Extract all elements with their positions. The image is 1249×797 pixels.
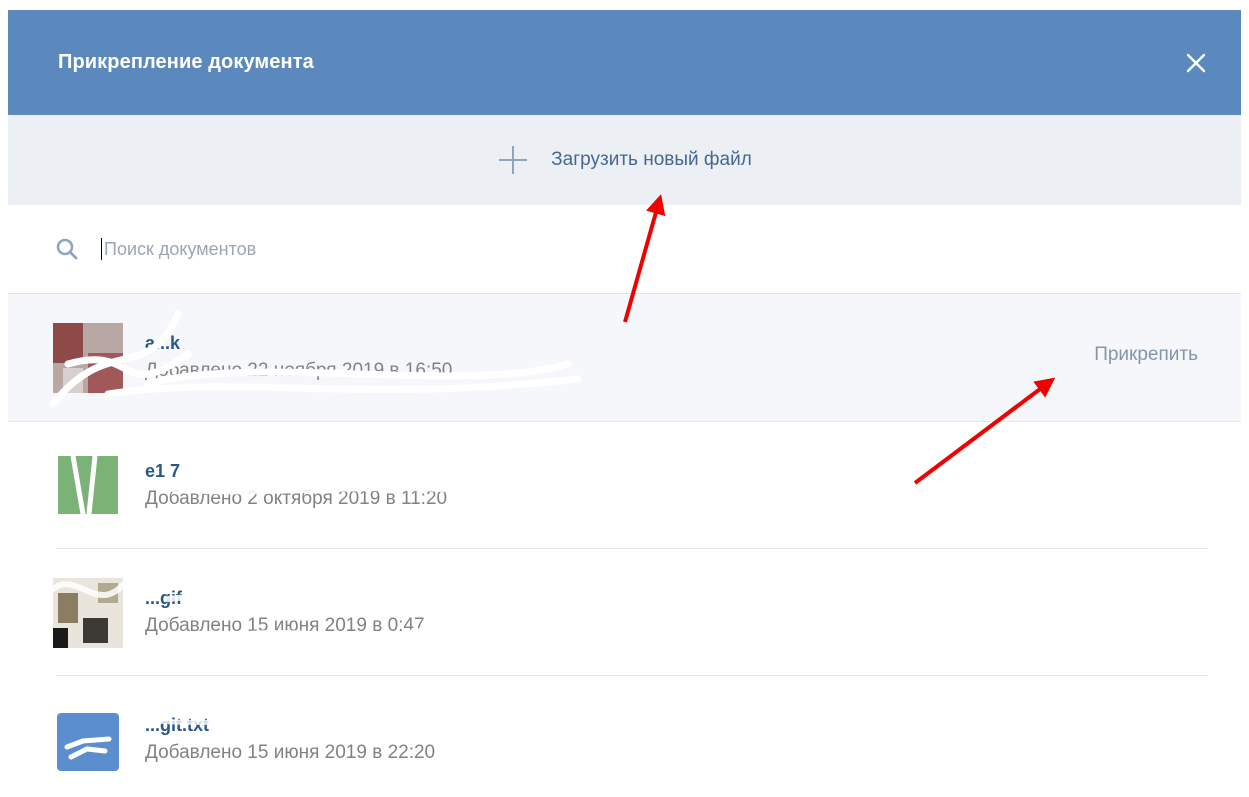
modal-header: Прикрепление документа [8, 10, 1241, 115]
text-caret [101, 238, 102, 260]
document-info: e1 7 Добавлено 2 октября 2019 в 11:20 [145, 461, 447, 510]
attach-button[interactable]: Прикрепить [1094, 344, 1198, 366]
document-info: ...git.txt Добавлено 15 июня 2019 в 22:2… [145, 715, 435, 764]
plus-icon [499, 146, 528, 174]
document-row[interactable]: a...k Добавлено 22 ноября 2019 в 16:50 П… [8, 294, 1241, 422]
document-date: Добавлено 15 июня 2019 в 22:20 [145, 742, 436, 763]
upload-label: Загрузить новый файл [551, 149, 752, 170]
document-thumbnail [53, 450, 123, 521]
document-date: Добавлено 2 октября 2019 в 11:20 [145, 488, 448, 509]
search-bar [8, 205, 1241, 294]
document-thumbnail [57, 712, 119, 771]
document-row[interactable]: ...gif Добавлено 15 июня 2019 в 0:47 [8, 549, 1241, 676]
close-icon[interactable] [1185, 52, 1207, 74]
attach-document-modal: Прикрепление документа Загрузить новый ф… [8, 10, 1241, 797]
document-info: ...gif Добавлено 15 июня 2019 в 0:47 [145, 588, 425, 637]
modal-title: Прикрепление документа [58, 51, 314, 73]
document-info: a...k Добавлено 22 ноября 2019 в 16:50 [145, 333, 452, 382]
document-thumbnail [53, 577, 123, 648]
search-icon [56, 238, 78, 260]
document-date: Добавлено 15 июня 2019 в 0:47 [145, 615, 425, 636]
document-name[interactable]: e1 7 [145, 461, 447, 482]
document-row[interactable]: ...git.txt Добавлено 15 июня 2019 в 22:2… [8, 676, 1241, 797]
document-date: Добавлено 22 ноября 2019 в 16:50 [145, 360, 453, 381]
upload-new-file-button[interactable]: Загрузить новый файл [8, 115, 1241, 205]
document-name[interactable]: ...gif [145, 588, 425, 609]
document-name[interactable]: ...git.txt [145, 715, 435, 736]
document-name[interactable]: a...k [145, 333, 452, 354]
document-thumbnail [53, 322, 123, 393]
search-input[interactable] [104, 238, 904, 260]
document-row[interactable]: e1 7 Добавлено 2 октября 2019 в 11:20 [8, 422, 1241, 549]
